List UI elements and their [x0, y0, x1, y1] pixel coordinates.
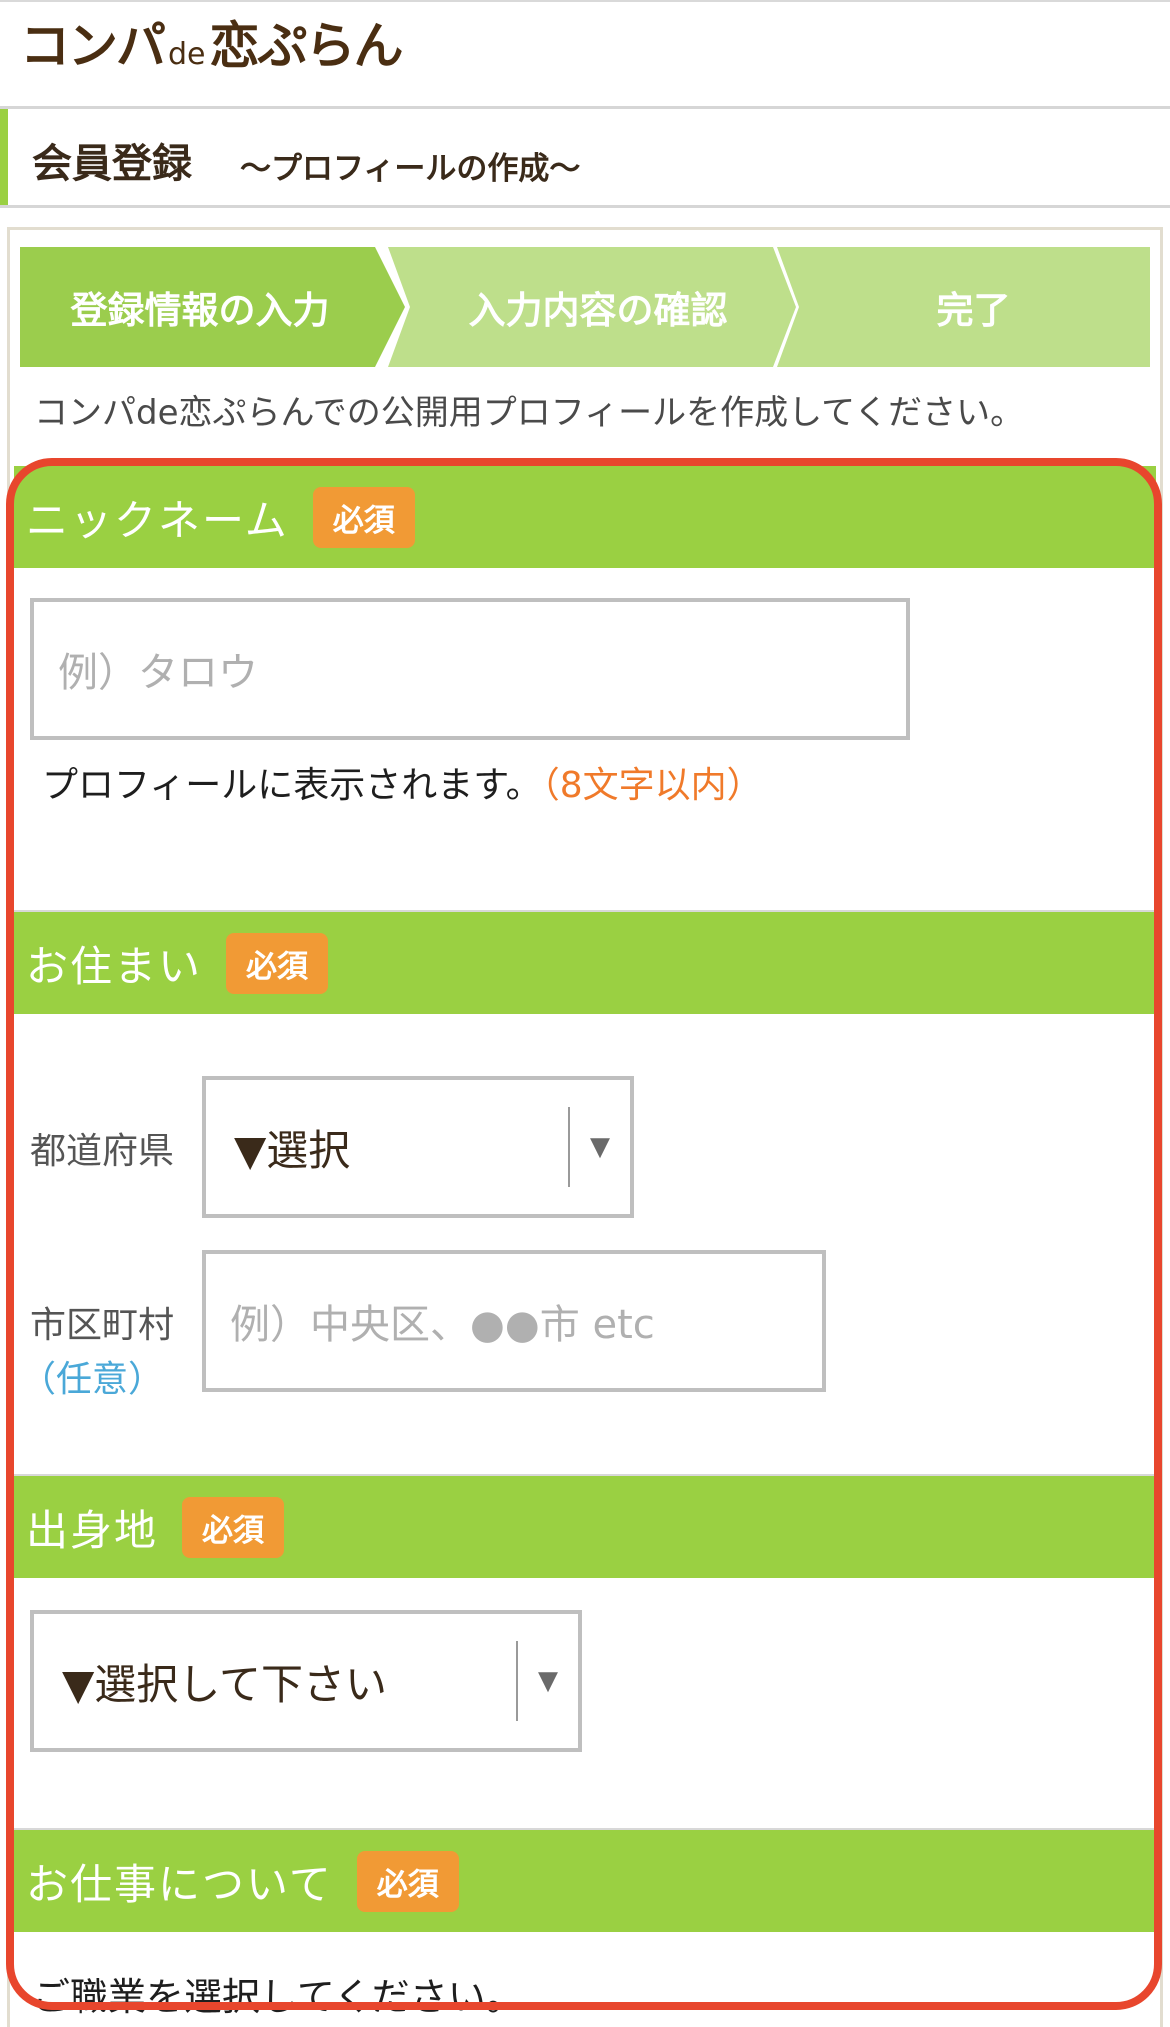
step-complete: 完了	[777, 247, 1150, 367]
nickname-limit-text: （8文字以内）	[541, 765, 763, 806]
nickname-note-text: プロフィールに表示されます。	[42, 765, 542, 806]
section-birthplace-header: 出身地 必須	[14, 1476, 1156, 1578]
step-confirm-label: 入力内容の確認	[468, 289, 728, 332]
required-badge: 必須	[312, 486, 415, 548]
logo-text-tail: 恋ぷらん	[209, 17, 404, 75]
city-input[interactable]: 例）中央区、●●市 etc	[202, 1250, 826, 1392]
intro-text: コンパde恋ぷらんでの公開用プロフィールを作成してください。	[34, 393, 1025, 433]
logo-text-main: コンパ	[20, 17, 166, 75]
app-header: コンパ de 恋ぷらん	[0, 0, 1170, 106]
residence-label: お住まい	[26, 941, 203, 991]
logo-text-de: de	[168, 37, 206, 72]
chevron-down-icon: ▼	[538, 1666, 558, 1696]
prefecture-label: 都道府県	[30, 1131, 175, 1172]
prefecture-select-value: ▼選択	[234, 1125, 351, 1175]
prefecture-select[interactable]: ▼選択 ▼	[202, 1076, 634, 1218]
step-input: 登録情報の入力	[20, 247, 405, 367]
section-nickname-header: ニックネーム 必須	[14, 466, 1156, 568]
title-accent-bar	[0, 109, 8, 205]
site-logo[interactable]: コンパ de 恋ぷらん	[20, 17, 404, 78]
birthplace-select-value: ▼選択して下さい	[62, 1659, 388, 1709]
nickname-label: ニックネーム	[26, 495, 289, 545]
work-label: お仕事について	[26, 1859, 333, 1909]
city-label: 市区町村	[30, 1305, 175, 1346]
chevron-down-icon: ▼	[590, 1132, 610, 1162]
page-title-bar: 会員登録 〜プロフィールの作成〜	[0, 106, 1170, 208]
step-confirm: 入力内容の確認	[388, 247, 796, 367]
required-badge: 必須	[182, 1496, 285, 1558]
birthplace-label: 出身地	[26, 1505, 159, 1555]
nickname-input[interactable]: 例）タロウ	[30, 598, 910, 740]
page-title: 会員登録	[32, 141, 192, 187]
page-subtitle: 〜プロフィールの作成〜	[240, 151, 581, 187]
birthplace-select[interactable]: ▼選択して下さい ▼	[30, 1610, 582, 1752]
nickname-note: プロフィールに表示されます。（8文字以内）	[42, 756, 763, 808]
occupation-instruction: ご職業を選択してください。	[32, 1975, 524, 2014]
section-residence-header: お住まい 必須	[14, 912, 1156, 1014]
step-input-label: 登録情報の入力	[70, 289, 330, 332]
required-badge: 必須	[356, 1850, 459, 1912]
section-work-header: お仕事について 必須	[14, 1830, 1156, 1932]
profile-form: ニックネーム 必須 例）タロウ プロフィールに表示されます。（8文字以内） お住…	[14, 466, 1156, 2014]
progress-steps: 登録情報の入力 入力内容の確認 完了	[20, 247, 1150, 367]
city-optional-label: （任意）	[20, 1359, 165, 1400]
required-badge: 必須	[226, 932, 329, 994]
step-complete-label: 完了	[936, 289, 1011, 332]
